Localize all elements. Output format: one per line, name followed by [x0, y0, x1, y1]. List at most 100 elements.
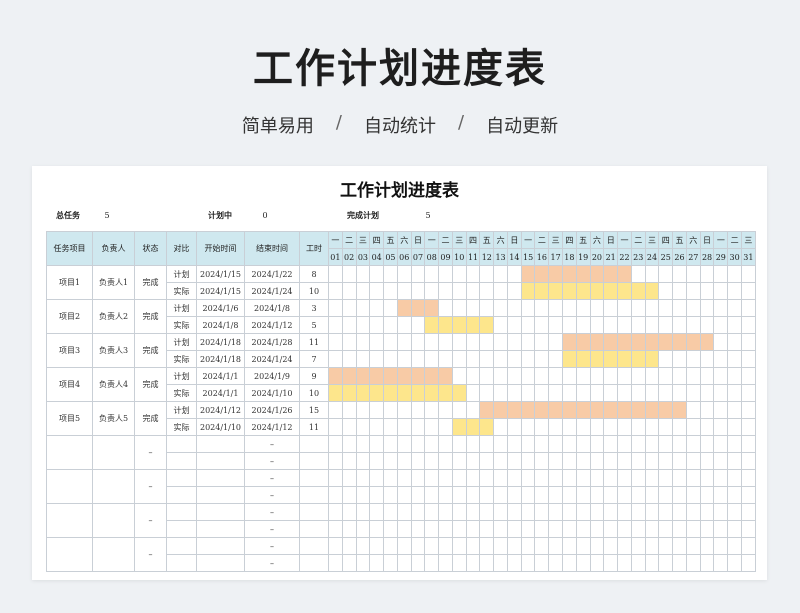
gantt-cell[interactable]	[672, 299, 687, 317]
gantt-cell[interactable]	[410, 554, 426, 572]
gantt-cell[interactable]	[328, 299, 343, 317]
gantt-cell[interactable]	[396, 333, 412, 351]
gantt-cell[interactable]	[369, 401, 385, 419]
gantt-actual-bar-cell[interactable]	[562, 350, 577, 368]
gantt-actual-bar-cell[interactable]	[589, 350, 605, 368]
gantt-cell[interactable]	[740, 299, 756, 317]
gantt-cell[interactable]	[603, 452, 619, 470]
gantt-plan-bar-cell[interactable]	[672, 333, 687, 351]
gantt-cell[interactable]	[438, 401, 453, 419]
gantt-cell[interactable]	[685, 265, 701, 283]
gantt-cell[interactable]	[672, 367, 687, 385]
gantt-cell[interactable]	[506, 265, 522, 283]
gantt-cell[interactable]	[383, 299, 398, 317]
gantt-cell[interactable]	[438, 435, 453, 453]
gantt-actual-bar-cell[interactable]	[479, 418, 495, 436]
gantt-cell[interactable]	[369, 486, 385, 504]
gantt-cell[interactable]	[740, 554, 756, 572]
gantt-cell[interactable]	[630, 452, 646, 470]
gantt-cell[interactable]	[479, 435, 495, 453]
gantt-plan-bar-cell[interactable]	[617, 401, 632, 419]
gantt-plan-bar-cell[interactable]	[658, 333, 674, 351]
gantt-cell[interactable]	[727, 418, 742, 436]
gantt-cell[interactable]	[396, 435, 412, 453]
gantt-cell[interactable]	[589, 367, 605, 385]
gantt-cell[interactable]	[383, 401, 398, 419]
gantt-cell[interactable]	[424, 418, 440, 436]
gantt-cell[interactable]	[727, 265, 742, 283]
gantt-cell[interactable]	[658, 384, 674, 402]
gantt-cell[interactable]	[644, 469, 660, 487]
gantt-cell[interactable]	[617, 469, 632, 487]
gantt-cell[interactable]	[369, 469, 385, 487]
gantt-cell[interactable]	[438, 520, 453, 538]
gantt-cell[interactable]	[699, 554, 715, 572]
gantt-cell[interactable]	[424, 333, 440, 351]
gantt-plan-bar-cell[interactable]	[506, 401, 522, 419]
gantt-cell[interactable]	[410, 401, 426, 419]
gantt-cell[interactable]	[341, 503, 357, 521]
gantt-cell[interactable]	[451, 282, 467, 300]
gantt-cell[interactable]	[438, 333, 453, 351]
gantt-cell[interactable]	[672, 384, 687, 402]
gantt-cell[interactable]	[534, 469, 550, 487]
gantt-cell[interactable]	[465, 384, 481, 402]
gantt-cell[interactable]	[603, 367, 619, 385]
gantt-cell[interactable]	[672, 282, 687, 300]
gantt-plan-bar-cell[interactable]	[493, 401, 508, 419]
gantt-actual-bar-cell[interactable]	[630, 282, 646, 300]
gantt-cell[interactable]	[341, 520, 357, 538]
gantt-cell[interactable]	[479, 265, 495, 283]
gantt-cell[interactable]	[328, 435, 343, 453]
gantt-plan-bar-cell[interactable]	[617, 265, 632, 283]
empty-compare[interactable]	[166, 503, 197, 521]
gantt-cell[interactable]	[575, 435, 591, 453]
gantt-actual-bar-cell[interactable]	[451, 384, 467, 402]
gantt-actual-bar-cell[interactable]	[396, 384, 412, 402]
gantt-cell[interactable]	[355, 452, 371, 470]
gantt-cell[interactable]	[699, 452, 715, 470]
gantt-cell[interactable]	[658, 486, 674, 504]
empty-compare[interactable]	[166, 537, 197, 555]
gantt-cell[interactable]	[451, 401, 467, 419]
gantt-cell[interactable]	[369, 333, 385, 351]
gantt-cell[interactable]	[617, 316, 632, 334]
gantt-cell[interactable]	[699, 299, 715, 317]
gantt-cell[interactable]	[355, 418, 371, 436]
gantt-cell[interactable]	[396, 418, 412, 436]
gantt-cell[interactable]	[617, 537, 632, 555]
gantt-cell[interactable]	[699, 401, 715, 419]
gantt-cell[interactable]	[451, 435, 467, 453]
gantt-cell[interactable]	[644, 486, 660, 504]
gantt-plan-bar-cell[interactable]	[396, 299, 412, 317]
gantt-cell[interactable]	[740, 503, 756, 521]
empty-compare[interactable]	[166, 452, 197, 470]
empty-task-name[interactable]	[46, 435, 93, 470]
gantt-cell[interactable]	[465, 520, 481, 538]
gantt-actual-bar-cell[interactable]	[617, 350, 632, 368]
gantt-cell[interactable]	[493, 537, 508, 555]
gantt-cell[interactable]	[548, 469, 564, 487]
gantt-cell[interactable]	[328, 452, 343, 470]
gantt-cell[interactable]	[548, 520, 564, 538]
gantt-plan-bar-cell[interactable]	[328, 367, 343, 385]
gantt-cell[interactable]	[644, 520, 660, 538]
gantt-cell[interactable]	[369, 520, 385, 538]
gantt-actual-bar-cell[interactable]	[562, 282, 577, 300]
gantt-cell[interactable]	[506, 435, 522, 453]
gantt-cell[interactable]	[465, 401, 481, 419]
gantt-cell[interactable]	[451, 537, 467, 555]
gantt-cell[interactable]	[727, 486, 742, 504]
gantt-cell[interactable]	[506, 367, 522, 385]
gantt-cell[interactable]	[727, 435, 742, 453]
gantt-cell[interactable]	[713, 503, 729, 521]
gantt-cell[interactable]	[699, 435, 715, 453]
gantt-cell[interactable]	[658, 537, 674, 555]
gantt-cell[interactable]	[355, 503, 371, 521]
gantt-cell[interactable]	[506, 469, 522, 487]
gantt-cell[interactable]	[713, 299, 729, 317]
gantt-actual-bar-cell[interactable]	[424, 384, 440, 402]
gantt-cell[interactable]	[603, 554, 619, 572]
empty-hours[interactable]	[299, 537, 329, 555]
gantt-plan-bar-cell[interactable]	[520, 401, 536, 419]
